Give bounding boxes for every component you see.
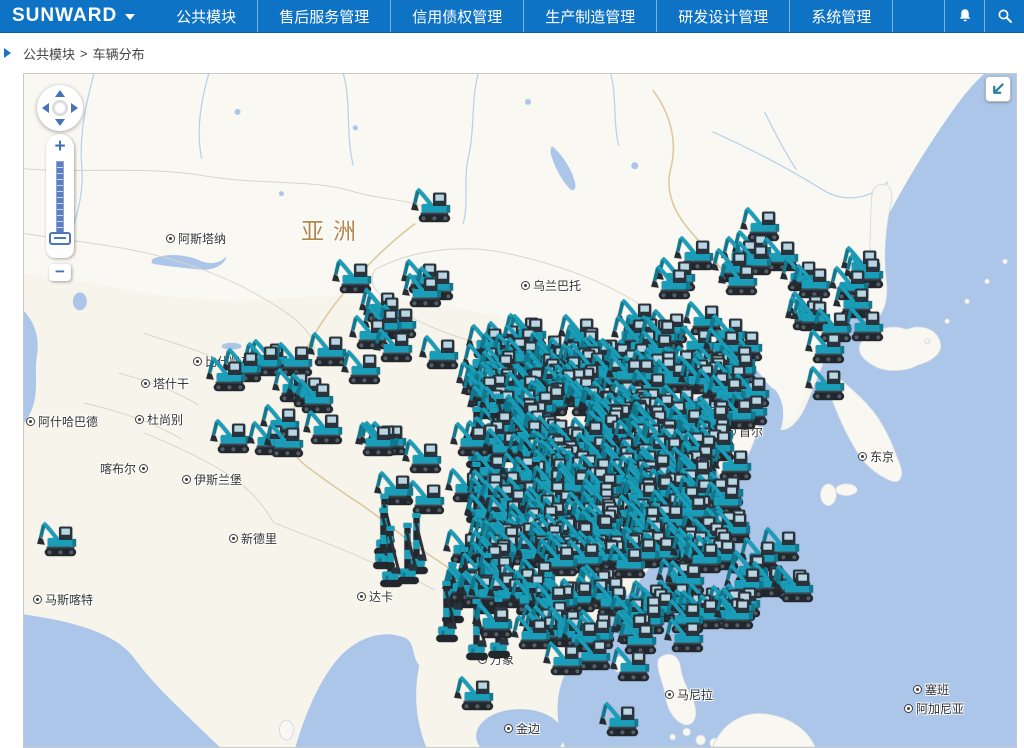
vehicle-marker-excavator[interactable] bbox=[453, 674, 499, 712]
breadcrumb-collapse-arrow-icon[interactable] bbox=[4, 48, 11, 58]
nav-item-4[interactable]: 研发设计管理 bbox=[656, 0, 789, 32]
vehicle-marker-excavator[interactable] bbox=[404, 478, 450, 516]
pan-center-button[interactable] bbox=[52, 100, 68, 116]
breadcrumb-current: 车辆分布 bbox=[93, 44, 145, 63]
breadcrumb: 公共模块 > 车辆分布 bbox=[0, 33, 1024, 73]
zoom-slider-handle[interactable] bbox=[49, 232, 71, 245]
vehicle-marker-excavator[interactable] bbox=[340, 348, 386, 386]
notifications-button[interactable] bbox=[944, 0, 984, 32]
nav-item-1[interactable]: 售后服务管理 bbox=[257, 0, 390, 32]
pan-left-arrow-icon[interactable] bbox=[42, 103, 49, 113]
pan-right-arrow-icon[interactable] bbox=[71, 103, 78, 113]
brand-logo[interactable]: SUNWARD bbox=[12, 5, 135, 27]
vehicle-marker-excavator[interactable] bbox=[36, 520, 82, 558]
vehicle-marker-excavator[interactable] bbox=[663, 616, 709, 654]
brand-logo-text: SUNWARD bbox=[12, 5, 117, 27]
main-menu: 公共模块售后服务管理信用债权管理生产制造管理研发设计管理系统管理 bbox=[155, 0, 893, 32]
nav-item-3[interactable]: 生产制造管理 bbox=[523, 0, 656, 32]
vehicle-marker-excavator[interactable] bbox=[410, 186, 456, 224]
vehicle-marker-excavator[interactable] bbox=[354, 420, 400, 458]
vehicle-marker-excavator[interactable] bbox=[804, 327, 850, 365]
nav-item-0[interactable]: 公共模块 bbox=[155, 0, 257, 32]
vehicle-markers-layer bbox=[24, 74, 1016, 747]
vehicle-marker-excavator[interactable] bbox=[263, 421, 309, 459]
map-pan-control[interactable] bbox=[37, 85, 83, 131]
zoom-slider: + bbox=[46, 134, 74, 258]
zoom-out-button[interactable]: − bbox=[49, 264, 71, 281]
vehicle-marker-excavator[interactable] bbox=[609, 645, 655, 683]
zoom-in-button[interactable]: + bbox=[46, 135, 74, 159]
pan-up-arrow-icon[interactable] bbox=[55, 90, 65, 97]
logo-dropdown-caret-icon bbox=[125, 14, 135, 20]
nav-item-5[interactable]: 系统管理 bbox=[789, 0, 892, 32]
map-collapse-button[interactable] bbox=[985, 76, 1011, 102]
vehicle-marker-piledriver[interactable] bbox=[377, 525, 404, 591]
vehicle-marker-excavator[interactable] bbox=[717, 259, 763, 297]
pan-down-arrow-icon[interactable] bbox=[55, 119, 65, 126]
map-zoom-control: + − bbox=[46, 134, 74, 281]
navbar-right-actions bbox=[944, 0, 1024, 32]
collapse-southwest-arrow-icon bbox=[989, 80, 1007, 98]
vehicle-marker-excavator[interactable] bbox=[650, 263, 696, 301]
map-canvas[interactable]: 阿斯塔纳乌兰巴托比什凯克塔什干杜尚别阿什哈巴德喀布尔伊斯兰堡新德里马斯喀特达卡万… bbox=[23, 73, 1017, 748]
search-button[interactable] bbox=[984, 0, 1024, 32]
bell-icon bbox=[956, 7, 974, 25]
breadcrumb-separator: > bbox=[80, 46, 88, 61]
vehicle-marker-piledriver[interactable] bbox=[433, 580, 460, 646]
menu-end-divider bbox=[892, 0, 893, 32]
vehicle-marker-excavator[interactable] bbox=[804, 364, 850, 402]
zoom-slider-track[interactable] bbox=[56, 161, 64, 243]
vehicle-marker-excavator[interactable] bbox=[205, 355, 251, 393]
vehicle-marker-excavator[interactable] bbox=[713, 593, 759, 631]
nav-item-2[interactable]: 信用债权管理 bbox=[390, 0, 523, 32]
vehicle-marker-excavator[interactable] bbox=[598, 700, 644, 738]
breadcrumb-parent[interactable]: 公共模块 bbox=[23, 44, 75, 63]
vehicle-marker-excavator[interactable] bbox=[773, 566, 819, 604]
top-navbar: SUNWARD 公共模块售后服务管理信用债权管理生产制造管理研发设计管理系统管理 bbox=[0, 0, 1024, 33]
vehicle-marker-excavator[interactable] bbox=[542, 639, 588, 677]
search-icon bbox=[996, 7, 1014, 25]
